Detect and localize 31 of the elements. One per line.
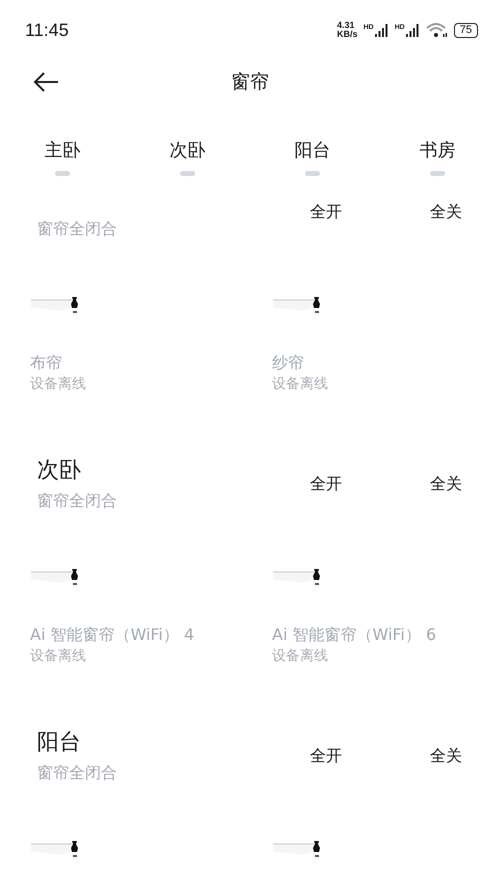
page-title: 窗帘 xyxy=(231,70,269,95)
device-status: 设备离线 xyxy=(272,647,328,666)
curtain-action-button[interactable]: 全关 xyxy=(430,202,462,223)
room-title: 阳台 xyxy=(37,729,82,757)
curtain-status: 窗帘全闭合 xyxy=(37,218,118,240)
curtain-action-button[interactable]: 全开 xyxy=(310,474,342,495)
device-status: 设备离线 xyxy=(30,375,86,394)
clock-time: 11:45 xyxy=(25,20,69,40)
wifi-icon xyxy=(426,22,448,38)
signal-icon xyxy=(374,24,389,36)
signal-icon xyxy=(406,24,420,36)
back-icon[interactable] xyxy=(33,72,59,92)
room-title: 次卧 xyxy=(37,457,82,485)
device-status: 设备离线 xyxy=(30,647,86,666)
curtain-action-button[interactable]: 全开 xyxy=(310,746,342,767)
curtain-status: 窗帘全闭合 xyxy=(37,490,118,512)
battery-level: 75 xyxy=(454,22,478,38)
room-tab[interactable]: 书房 xyxy=(375,138,500,176)
network-speed: 4.31 KB/s xyxy=(336,21,358,39)
room-tab[interactable]: 主卧 xyxy=(0,138,125,176)
device-name: Ai 智能窗帘（WiFi） 6 xyxy=(272,624,436,646)
room-tab[interactable]: 次卧 xyxy=(125,138,250,176)
curtain-action-button[interactable]: 全开 xyxy=(310,202,342,223)
device-name: Ai 智能窗帘（WiFi） 4 xyxy=(30,624,194,646)
room-tab[interactable]: 阳台 xyxy=(250,138,375,176)
curtain-status: 窗帘全闭合 xyxy=(37,762,118,784)
device-name: 纱帘 xyxy=(272,352,304,374)
device-status: 设备离线 xyxy=(272,375,328,394)
curtain-action-button[interactable]: 全关 xyxy=(430,746,462,767)
curtain-action-button[interactable]: 全关 xyxy=(430,474,462,495)
device-name: 布帘 xyxy=(30,352,62,374)
